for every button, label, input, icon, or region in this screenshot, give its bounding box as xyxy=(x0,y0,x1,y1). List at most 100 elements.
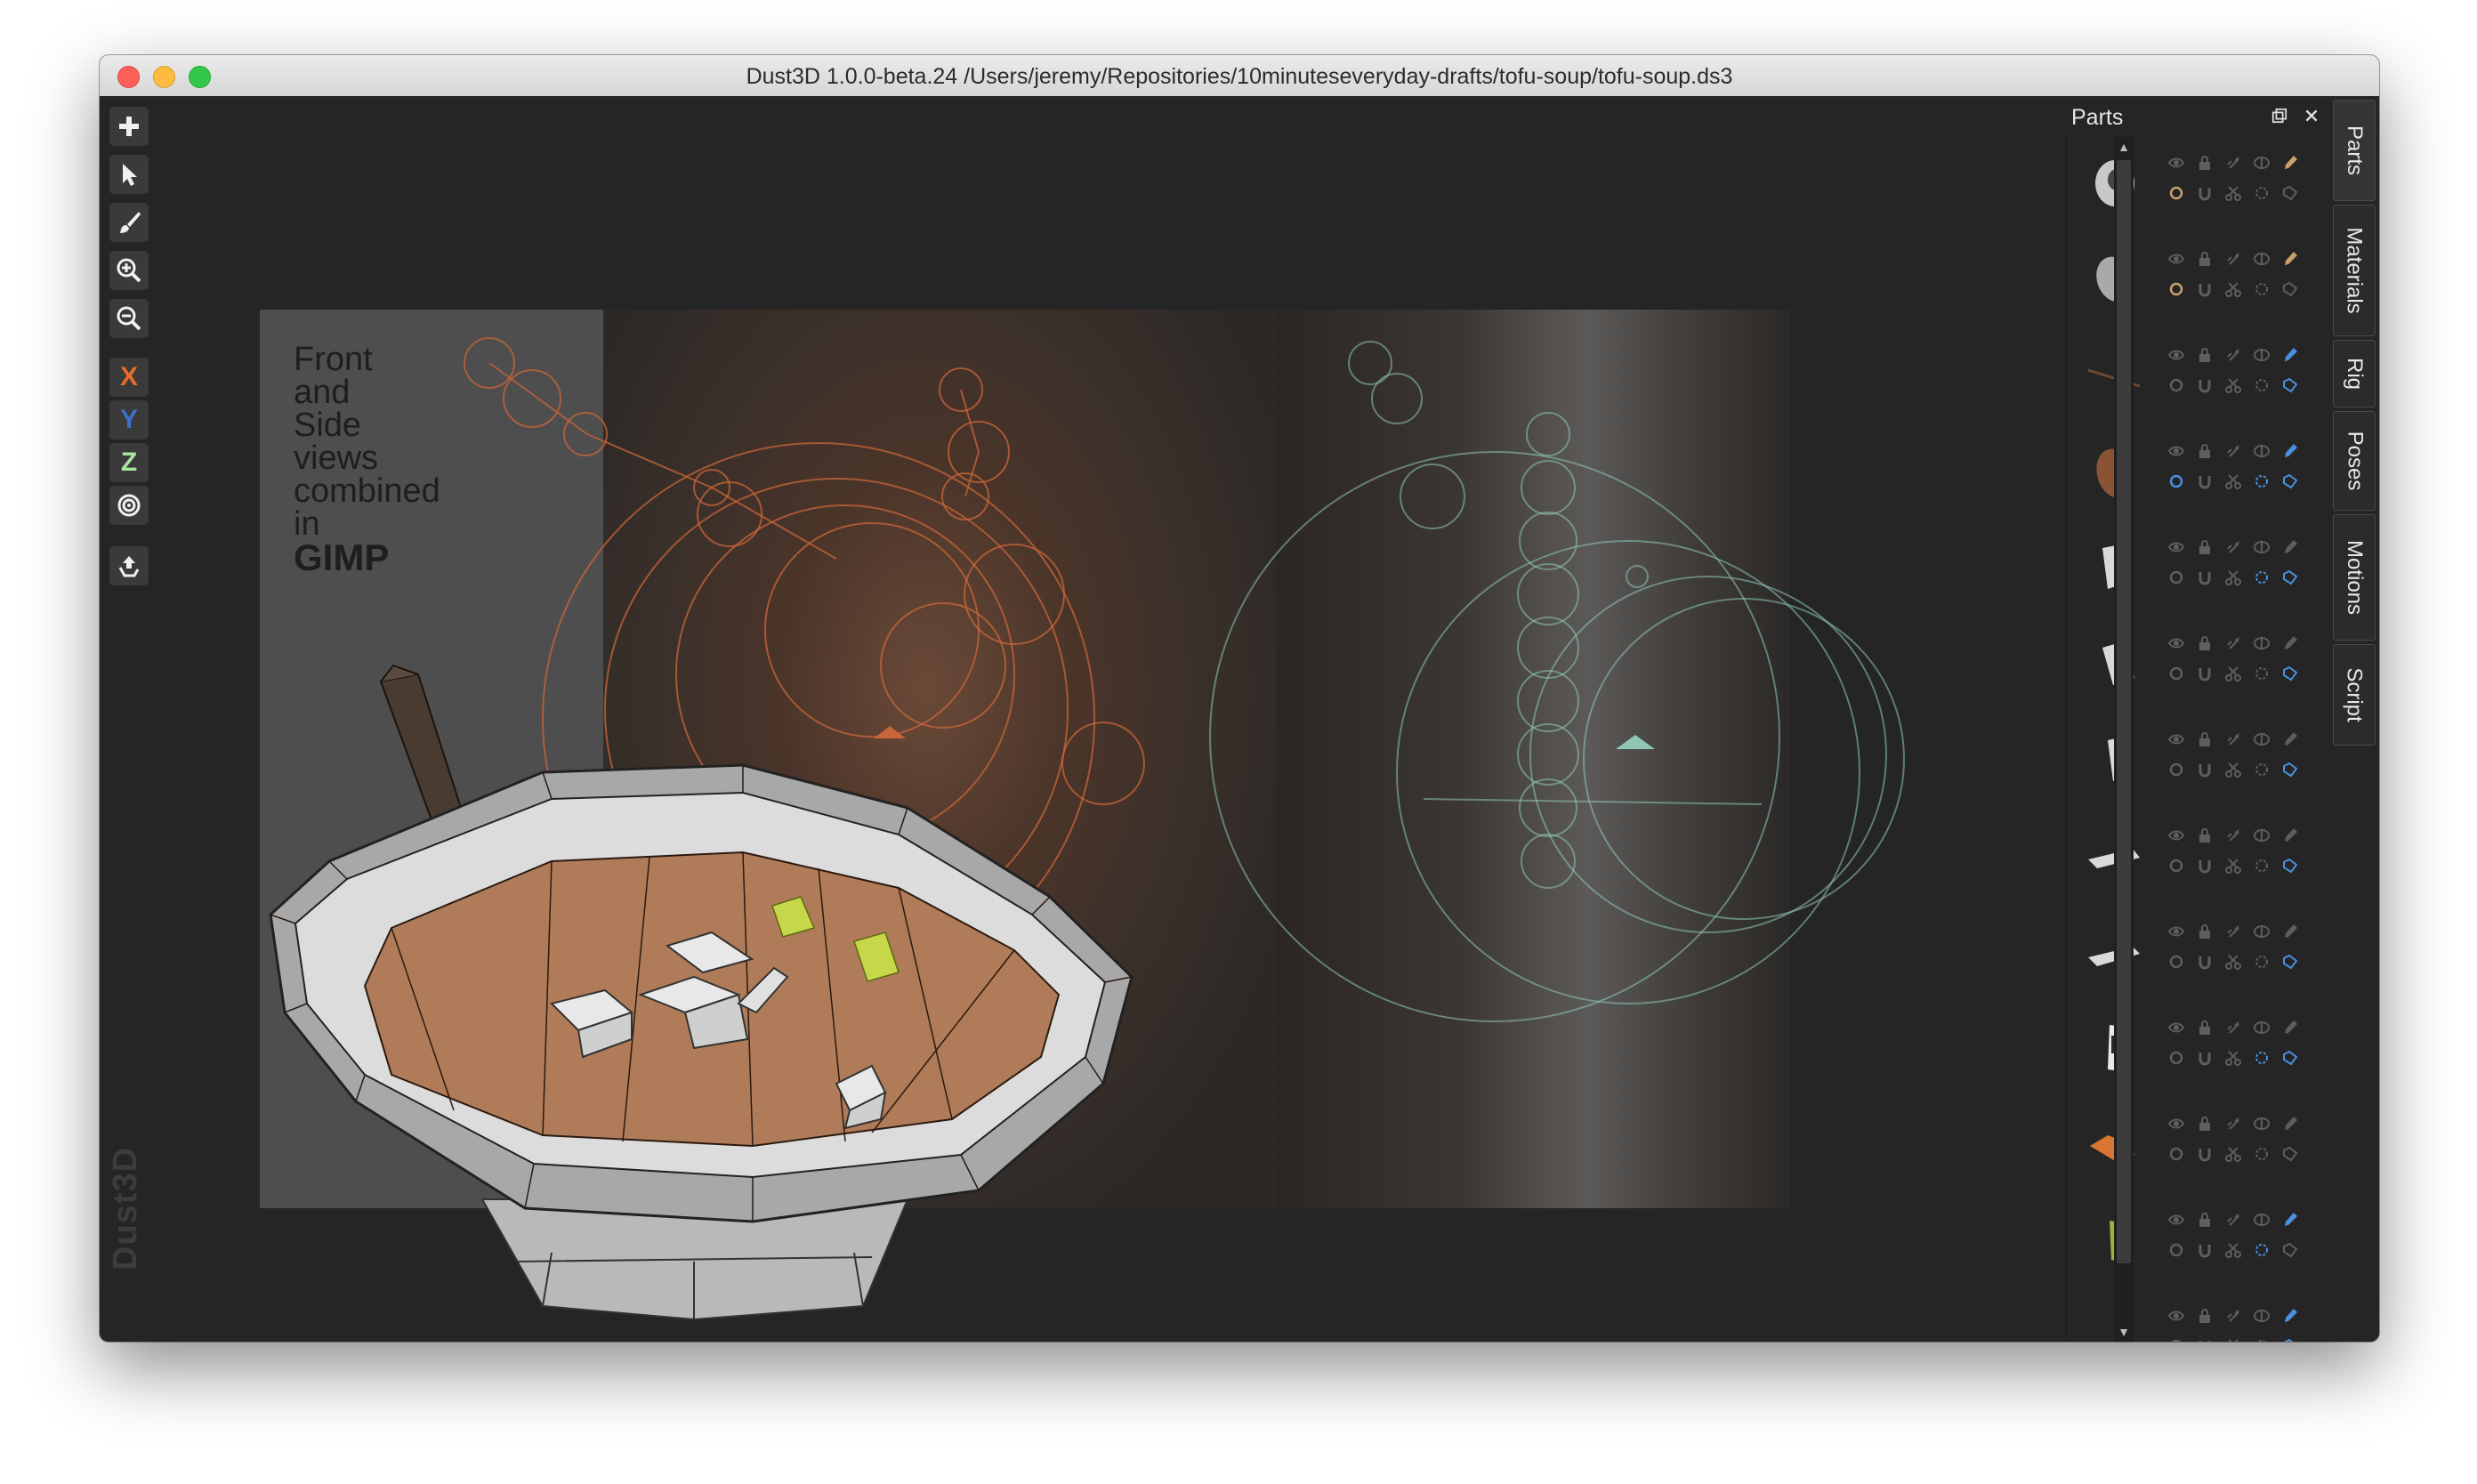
scissors-icon[interactable] xyxy=(2223,856,2243,875)
subdivide-circle-icon[interactable] xyxy=(2166,952,2186,972)
wrap-chamfer-icon[interactable] xyxy=(2280,952,2300,972)
parts-scrollbar[interactable]: ▲ ▼ xyxy=(2114,137,2134,1342)
link-icon[interactable] xyxy=(2223,1210,2243,1230)
part-item[interactable] xyxy=(2067,1096,2312,1192)
subdivide-circle-icon[interactable] xyxy=(2166,760,2186,779)
scissors-icon[interactable] xyxy=(2223,1336,2243,1342)
scissors-icon[interactable] xyxy=(2223,183,2243,203)
scissors-icon[interactable] xyxy=(2223,568,2243,587)
mirror-u-icon[interactable] xyxy=(2195,1144,2215,1164)
wrap-chamfer-icon[interactable] xyxy=(2280,1240,2300,1260)
part-item[interactable] xyxy=(2067,904,2312,1000)
xray-brain-icon[interactable] xyxy=(2252,1210,2271,1230)
lock-icon[interactable] xyxy=(2195,922,2215,941)
part-item[interactable] xyxy=(2067,1000,2312,1096)
round-end-icon[interactable] xyxy=(2252,856,2271,875)
round-end-icon[interactable] xyxy=(2252,375,2271,395)
round-end-icon[interactable] xyxy=(2252,568,2271,587)
link-icon[interactable] xyxy=(2223,345,2243,365)
wrap-chamfer-icon[interactable] xyxy=(2280,472,2300,491)
scissors-icon[interactable] xyxy=(2223,760,2243,779)
visible-eye-icon[interactable] xyxy=(2166,633,2186,653)
round-end-icon[interactable] xyxy=(2252,1144,2271,1164)
lock-icon[interactable] xyxy=(2195,633,2215,653)
wrap-chamfer-icon[interactable] xyxy=(2280,760,2300,779)
paint-tool-button[interactable] xyxy=(109,203,149,242)
color-dropper-icon[interactable] xyxy=(2280,1210,2300,1230)
wrap-chamfer-icon[interactable] xyxy=(2280,375,2300,395)
wrap-chamfer-icon[interactable] xyxy=(2280,183,2300,203)
visible-eye-icon[interactable] xyxy=(2166,730,2186,749)
lock-icon[interactable] xyxy=(2195,249,2215,269)
tab-script[interactable]: Script xyxy=(2333,644,2376,746)
tab-parts[interactable]: Parts xyxy=(2333,100,2376,201)
round-end-icon[interactable] xyxy=(2252,952,2271,972)
visible-eye-icon[interactable] xyxy=(2166,249,2186,269)
subdivide-circle-icon[interactable] xyxy=(2166,1240,2186,1260)
regenerate-button[interactable] xyxy=(109,546,149,585)
radial-axis-button[interactable] xyxy=(109,486,149,525)
color-dropper-icon[interactable] xyxy=(2280,345,2300,365)
mirror-u-icon[interactable] xyxy=(2195,760,2215,779)
color-dropper-icon[interactable] xyxy=(2280,730,2300,749)
mirror-u-icon[interactable] xyxy=(2195,1048,2215,1068)
xray-brain-icon[interactable] xyxy=(2252,922,2271,941)
visible-eye-icon[interactable] xyxy=(2166,1306,2186,1326)
scissors-icon[interactable] xyxy=(2223,664,2243,683)
mirror-u-icon[interactable] xyxy=(2195,279,2215,299)
visible-eye-icon[interactable] xyxy=(2166,826,2186,845)
link-icon[interactable] xyxy=(2223,153,2243,173)
visible-eye-icon[interactable] xyxy=(2166,1114,2186,1133)
tab-poses[interactable]: Poses xyxy=(2333,411,2376,511)
color-dropper-icon[interactable] xyxy=(2280,1018,2300,1037)
link-icon[interactable] xyxy=(2223,730,2243,749)
part-item[interactable] xyxy=(2067,231,2312,327)
color-dropper-icon[interactable] xyxy=(2280,633,2300,653)
wrap-chamfer-icon[interactable] xyxy=(2280,1048,2300,1068)
tab-materials[interactable]: Materials xyxy=(2333,205,2376,336)
parts-list[interactable] xyxy=(2066,135,2312,1342)
xray-brain-icon[interactable] xyxy=(2252,345,2271,365)
color-dropper-icon[interactable] xyxy=(2280,1306,2300,1326)
round-end-icon[interactable] xyxy=(2252,664,2271,683)
round-end-icon[interactable] xyxy=(2252,760,2271,779)
lock-icon[interactable] xyxy=(2195,441,2215,461)
subdivide-circle-icon[interactable] xyxy=(2166,1336,2186,1342)
part-item[interactable] xyxy=(2067,712,2312,808)
zoom-in-button[interactable] xyxy=(109,251,149,290)
color-dropper-icon[interactable] xyxy=(2280,922,2300,941)
visible-eye-icon[interactable] xyxy=(2166,922,2186,941)
scissors-icon[interactable] xyxy=(2223,279,2243,299)
xray-brain-icon[interactable] xyxy=(2252,249,2271,269)
wrap-chamfer-icon[interactable] xyxy=(2280,279,2300,299)
lock-icon[interactable] xyxy=(2195,826,2215,845)
subdivide-circle-icon[interactable] xyxy=(2166,279,2186,299)
scissors-icon[interactable] xyxy=(2223,1240,2243,1260)
visible-eye-icon[interactable] xyxy=(2166,153,2186,173)
mirror-u-icon[interactable] xyxy=(2195,1240,2215,1260)
color-dropper-icon[interactable] xyxy=(2280,441,2300,461)
wrap-chamfer-icon[interactable] xyxy=(2280,856,2300,875)
link-icon[interactable] xyxy=(2223,537,2243,557)
mirror-u-icon[interactable] xyxy=(2195,1336,2215,1342)
xray-brain-icon[interactable] xyxy=(2252,1018,2271,1037)
mirror-u-icon[interactable] xyxy=(2195,183,2215,203)
round-end-icon[interactable] xyxy=(2252,279,2271,299)
float-panel-button[interactable] xyxy=(2271,107,2288,125)
part-item[interactable] xyxy=(2067,135,2312,231)
subdivide-circle-icon[interactable] xyxy=(2166,375,2186,395)
part-item[interactable] xyxy=(2067,808,2312,904)
scissors-icon[interactable] xyxy=(2223,1144,2243,1164)
lock-icon[interactable] xyxy=(2195,1306,2215,1326)
link-icon[interactable] xyxy=(2223,633,2243,653)
wrap-chamfer-icon[interactable] xyxy=(2280,1144,2300,1164)
visible-eye-icon[interactable] xyxy=(2166,1210,2186,1230)
color-dropper-icon[interactable] xyxy=(2280,537,2300,557)
scissors-icon[interactable] xyxy=(2223,952,2243,972)
scissors-icon[interactable] xyxy=(2223,375,2243,395)
subdivide-circle-icon[interactable] xyxy=(2166,1048,2186,1068)
xray-brain-icon[interactable] xyxy=(2252,153,2271,173)
link-icon[interactable] xyxy=(2223,1018,2243,1037)
scroll-down-arrow[interactable]: ▼ xyxy=(2118,1326,2130,1338)
round-end-icon[interactable] xyxy=(2252,1048,2271,1068)
